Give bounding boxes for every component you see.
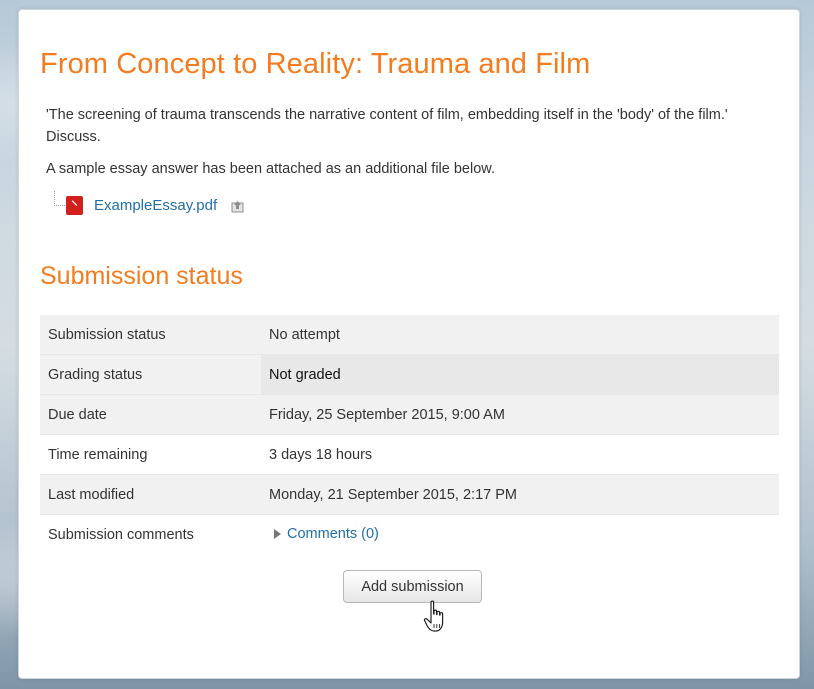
table-row: Submission status No attempt <box>40 315 779 355</box>
add-submission-button[interactable]: Add submission <box>343 570 482 603</box>
table-row: Grading status Not graded <box>40 354 779 395</box>
row-value: No attempt <box>261 315 779 355</box>
comments-link[interactable]: Comments (0) <box>287 526 379 542</box>
portfolio-export-icon[interactable] <box>231 200 244 213</box>
submission-status-heading: Submission status <box>40 262 243 290</box>
row-value: Comments (0) <box>261 514 779 554</box>
assignment-description: 'The screening of trauma transcends the … <box>46 107 728 145</box>
assignment-panel: From Concept to Reality: Trauma and Film… <box>18 9 800 679</box>
comments-toggle[interactable]: Comments (0) <box>274 526 379 542</box>
submission-status-table: Submission status No attempt Grading sta… <box>40 315 779 554</box>
assignment-note: A sample essay answer has been attached … <box>46 161 495 177</box>
pdf-icon: ⸌ <box>66 196 83 215</box>
row-label: Due date <box>40 394 261 435</box>
row-value: Not graded <box>261 354 779 395</box>
attached-file-link[interactable]: ExampleEssay.pdf <box>94 196 217 216</box>
expand-triangle-icon <box>274 529 281 539</box>
table-row: Due date Friday, 25 September 2015, 9:00… <box>40 394 779 435</box>
row-label: Submission status <box>40 315 261 355</box>
table-row: Time remaining 3 days 18 hours <box>40 434 779 475</box>
row-label: Submission comments <box>40 514 261 554</box>
row-value: Friday, 25 September 2015, 9:00 AM <box>261 394 779 435</box>
assignment-title: From Concept to Reality: Trauma and Film <box>40 48 591 80</box>
row-label: Last modified <box>40 474 261 515</box>
hand-cursor-icon <box>423 600 444 632</box>
row-value: 3 days 18 hours <box>261 434 779 475</box>
table-row: Submission comments Comments (0) <box>40 514 779 554</box>
table-row: Last modified Monday, 21 September 2015,… <box>40 474 779 515</box>
row-value: Monday, 21 September 2015, 2:17 PM <box>261 474 779 515</box>
row-label: Time remaining <box>40 434 261 475</box>
row-label: Grading status <box>40 354 261 395</box>
